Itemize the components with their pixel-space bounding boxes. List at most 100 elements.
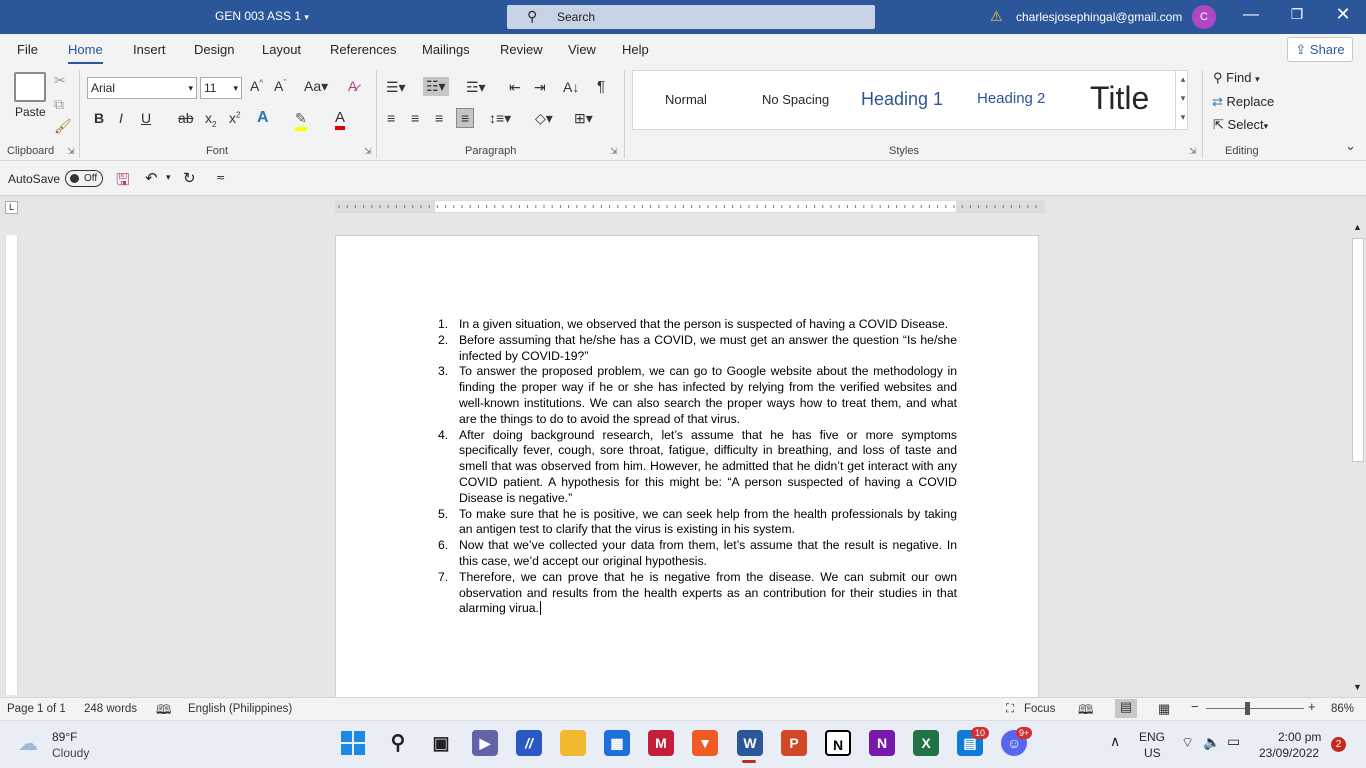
replace-button[interactable]: ⇄ Replace: [1212, 94, 1274, 110]
focus-button[interactable]: Focus: [1024, 703, 1055, 715]
change-case-icon[interactable]: Aa▾: [304, 78, 328, 95]
excel-icon[interactable]: X: [913, 730, 939, 756]
show-formatting-icon[interactable]: ¶: [597, 78, 605, 95]
font-name-combo[interactable]: Arial ▾: [87, 77, 197, 99]
collapse-ribbon-icon[interactable]: ⌄: [1345, 138, 1356, 154]
store-icon[interactable]: ▦: [604, 730, 630, 756]
language-line1[interactable]: ENG: [1139, 730, 1165, 744]
list-item[interactable]: 4. After doing background research, let’s…: [433, 428, 957, 507]
clock-date[interactable]: 23/09/2022: [1259, 746, 1319, 760]
superscript-icon[interactable]: x2: [229, 110, 240, 126]
web-layout-icon[interactable]: ▦: [1158, 701, 1170, 717]
file-explorer-icon[interactable]: [560, 730, 586, 756]
warning-icon[interactable]: ⚠: [990, 8, 1003, 25]
vertical-ruler[interactable]: [5, 235, 18, 695]
font-color-icon[interactable]: A: [335, 109, 346, 130]
copy-icon[interactable]: ⧉: [54, 96, 64, 113]
select-button[interactable]: ⇱ Select▾: [1213, 117, 1268, 133]
list-item[interactable]: 2. Before assuming that he/she has a COVI…: [433, 333, 957, 365]
dialog-launcher-icon[interactable]: ⇲: [67, 146, 75, 157]
close-icon[interactable]: ✕: [1328, 4, 1358, 25]
sort-icon[interactable]: A↓: [563, 79, 579, 95]
pen-app-icon[interactable]: //: [516, 730, 542, 756]
brave-icon[interactable]: ▼: [692, 730, 718, 756]
search-box[interactable]: ⚲ Search: [507, 5, 875, 29]
avatar[interactable]: C: [1192, 5, 1216, 29]
save-icon[interactable]: 🖫: [116, 169, 130, 196]
paste-button[interactable]: Paste: [15, 105, 46, 119]
tab-design[interactable]: Design: [194, 42, 234, 57]
subscript-icon[interactable]: x2: [205, 110, 216, 129]
powerpoint-icon[interactable]: P: [781, 730, 807, 756]
focus-icon[interactable]: ⛶: [1006, 703, 1014, 716]
tab-mailings[interactable]: Mailings: [422, 42, 470, 57]
wifi-icon[interactable]: ⌔: [1181, 734, 1194, 752]
font-size-combo[interactable]: 11 ▾: [200, 77, 242, 99]
list-item[interactable]: 3. To answer the proposed problem, we can…: [433, 364, 957, 427]
grow-font-icon[interactable]: A^: [250, 78, 263, 94]
numbering-icon[interactable]: ☷▾: [423, 77, 449, 96]
notification-count[interactable]: 2: [1331, 737, 1346, 752]
scroll-down-icon[interactable]: ▼: [1353, 682, 1362, 692]
zoom-in-icon[interactable]: +: [1308, 699, 1316, 714]
mcafee-icon[interactable]: M: [648, 730, 674, 756]
borders-icon[interactable]: ⊞▾: [574, 110, 593, 127]
bullets-icon[interactable]: ☰▾: [386, 79, 406, 96]
style-heading-2[interactable]: Heading 2: [977, 90, 1045, 107]
document-title[interactable]: GEN 003 ASS 1 ▾: [215, 9, 309, 23]
bold-icon[interactable]: B: [94, 110, 104, 126]
style-no-spacing[interactable]: No Spacing: [762, 92, 829, 107]
scrollbar-thumb[interactable]: [1352, 238, 1364, 462]
clear-formatting-icon[interactable]: A̷: [348, 78, 357, 94]
tab-insert[interactable]: Insert: [133, 42, 166, 57]
autosave-toggle[interactable]: Off: [65, 170, 103, 187]
search-icon[interactable]: ⚲: [385, 730, 411, 756]
battery-icon[interactable]: ▭: [1227, 733, 1240, 750]
tab-view[interactable]: View: [568, 42, 596, 57]
tab-layout[interactable]: Layout: [262, 42, 301, 57]
account-email[interactable]: charlesjosephingal@gmail.com: [1016, 10, 1182, 24]
zoom-out-icon[interactable]: −: [1191, 699, 1199, 714]
redo-icon[interactable]: ↻: [183, 169, 196, 187]
tab-selector-icon[interactable]: L: [5, 201, 18, 214]
cut-icon[interactable]: ✂: [54, 72, 66, 89]
volume-icon[interactable]: 🔈: [1203, 734, 1220, 751]
align-right-icon[interactable]: ≡: [435, 110, 443, 126]
undo-icon[interactable]: ↶: [145, 169, 158, 187]
undo-dropdown-icon[interactable]: ▾: [166, 172, 171, 183]
list-item[interactable]: 5. To make sure that he is positive, we c…: [433, 507, 957, 539]
tab-references[interactable]: References: [330, 42, 396, 57]
share-button[interactable]: ⇪ Share: [1287, 37, 1353, 62]
line-spacing-icon[interactable]: ↕≡▾: [489, 110, 511, 127]
weather-temp[interactable]: 89°F: [52, 730, 77, 744]
underline-icon[interactable]: U: [141, 110, 151, 126]
minimize-icon[interactable]: —: [1236, 6, 1266, 24]
find-button[interactable]: ⚲ Find ▾: [1213, 70, 1260, 86]
paste-icon[interactable]: [14, 72, 46, 102]
styles-scroll[interactable]: ▴ ▾ ▾: [1175, 70, 1190, 130]
dialog-launcher-icon[interactable]: ⇲: [610, 146, 618, 157]
word-count[interactable]: 248 words: [84, 703, 137, 715]
shrink-font-icon[interactable]: Aˇ: [274, 78, 286, 94]
list-item[interactable]: 7. Therefore, we can prove that he is neg…: [433, 570, 957, 617]
increase-indent-icon[interactable]: ⇥: [534, 79, 546, 96]
strikethrough-icon[interactable]: ab: [178, 110, 194, 126]
word-icon[interactable]: W: [737, 730, 763, 756]
text-effects-icon[interactable]: A: [257, 109, 269, 127]
scroll-up-icon[interactable]: ▲: [1353, 222, 1362, 232]
tab-file[interactable]: File: [17, 42, 38, 57]
zoom-slider[interactable]: [1206, 708, 1304, 709]
decrease-indent-icon[interactable]: ⇤: [509, 79, 521, 96]
tab-home[interactable]: Home: [68, 42, 103, 65]
task-view-icon[interactable]: ▣: [428, 730, 454, 756]
justify-icon[interactable]: ≡: [456, 108, 475, 128]
language-indicator[interactable]: English (Philippines): [188, 703, 292, 715]
tab-help[interactable]: Help: [622, 42, 649, 57]
format-painter-icon[interactable]: 🖌: [54, 118, 72, 135]
dialog-launcher-icon[interactable]: ⇲: [1189, 146, 1197, 157]
onenote-icon[interactable]: N: [869, 730, 895, 756]
dialog-launcher-icon[interactable]: ⇲: [364, 146, 372, 157]
vertical-scrollbar[interactable]: ▲ ▼: [1350, 222, 1366, 696]
customize-qat-icon[interactable]: ≂: [216, 171, 225, 184]
page-count[interactable]: Page 1 of 1: [7, 703, 66, 715]
